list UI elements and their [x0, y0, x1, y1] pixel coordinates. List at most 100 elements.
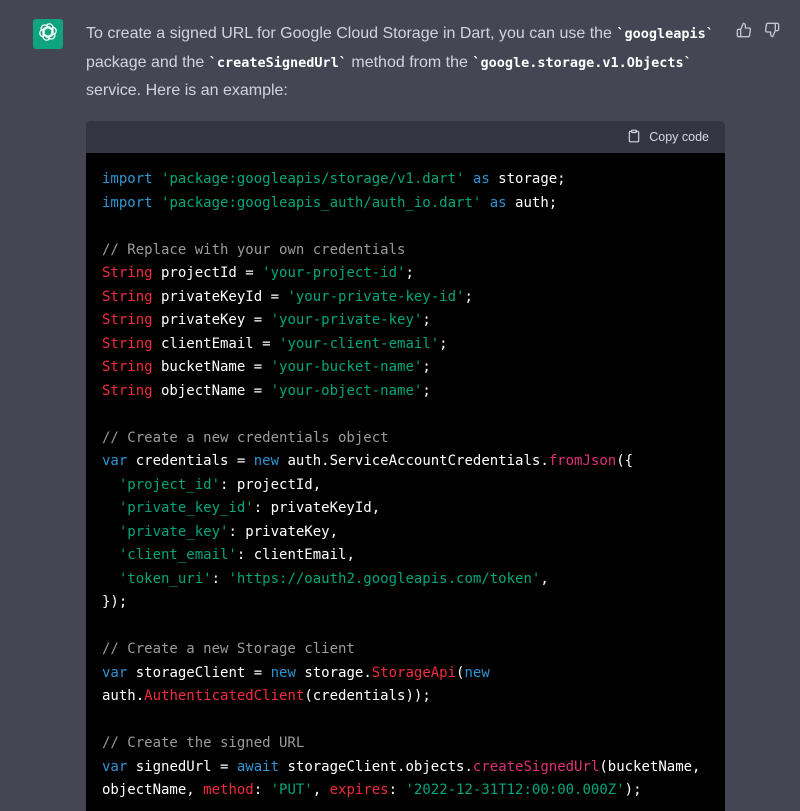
- code-line: import 'package:googleapis/storage/v1.da…: [102, 168, 709, 192]
- code-line: String objectName = 'your-object-name';: [102, 380, 709, 404]
- intro-text: method from the: [346, 53, 473, 71]
- code-token: credentials =: [127, 453, 254, 469]
- intro-text: service. Here is an example:: [86, 82, 288, 99]
- code-token: StorageApi: [371, 664, 457, 681]
- code-token: expires: [329, 782, 389, 798]
- inline-code-googleapis: `googleapis`: [616, 26, 714, 42]
- code-token: String: [102, 288, 153, 305]
- thumbs-up-icon[interactable]: [736, 22, 752, 38]
- code-token: });: [102, 594, 128, 610]
- code-token: auth.ServiceAccountCredentials.: [279, 453, 549, 469]
- code-token: storage;: [489, 171, 566, 187]
- intro-paragraph: To create a signed URL for Google Cloud …: [86, 20, 726, 105]
- code-token: var: [102, 758, 128, 775]
- code-token: 'package:googleapis/storage/v1.dart': [161, 171, 465, 187]
- code-token: clientEmail =: [152, 335, 280, 352]
- code-line: var credentials = new auth.ServiceAccoun…: [102, 450, 709, 474]
- code-token: (credentials));: [304, 688, 431, 704]
- code-token: String: [102, 265, 153, 281]
- code-line: String privateKey = 'your-private-key';: [102, 309, 709, 333]
- code-line: import 'package:googleapis_auth/auth_io.…: [102, 192, 709, 216]
- openai-logo-icon: [37, 21, 59, 48]
- code-token: ,: [540, 570, 549, 587]
- code-token: (bucketName,: [599, 758, 701, 775]
- code-token: auth;: [506, 194, 558, 211]
- code-token: as: [489, 194, 507, 211]
- code-line: });: [102, 591, 709, 615]
- inline-code-createsignedurl: `createSignedUrl`: [208, 54, 347, 71]
- code-token: storage.: [295, 664, 372, 681]
- code-token: // Create a new Storage client: [102, 641, 355, 657]
- code-token: method: [203, 782, 254, 798]
- code-token: 'your-bucket-name': [270, 359, 423, 375]
- intro-text: package and the: [86, 53, 209, 71]
- code-token: import: [102, 194, 153, 211]
- code-block-header: Copy code: [86, 121, 725, 153]
- code-token: 'https://oauth2.googleapis.com/token': [228, 570, 541, 587]
- code-line: 'private_key': privateKey,: [102, 521, 709, 545]
- code-text: import 'package:googleapis/storage/v1.da…: [102, 168, 709, 803]
- copy-code-label: Copy code: [649, 130, 709, 144]
- thumbs-down-icon[interactable]: [764, 22, 780, 38]
- code-line: 'client_email': clientEmail,: [102, 544, 709, 568]
- code-token: 'your-project-id': [262, 265, 406, 281]
- code-token: :: [211, 570, 229, 587]
- code-token: String: [102, 382, 153, 399]
- code-token: 'your-private-key': [270, 312, 423, 328]
- assistant-message: To create a signed URL for Google Cloud …: [0, 0, 800, 811]
- copy-code-button[interactable]: Copy code: [627, 129, 709, 146]
- intro-text: To create a signed URL for Google Cloud …: [86, 25, 617, 42]
- code-line: var signedUrl = await storageClient.obje…: [102, 756, 709, 780]
- code-token: String: [102, 335, 153, 352]
- inline-code-objects-service: `google.storage.v1.Objects`: [472, 54, 692, 71]
- feedback-controls: [736, 22, 780, 38]
- code-token: var: [102, 664, 128, 681]
- code-line: String clientEmail = 'your-client-email'…: [102, 333, 709, 357]
- code-token: objectName =: [152, 382, 271, 399]
- code-token: '2022-12-31T12:00:00.000Z': [405, 782, 625, 798]
- code-token: 'package:googleapis_auth/auth_io.dart': [161, 194, 482, 211]
- code-token: fromJson: [548, 453, 617, 469]
- code-line: var storageClient = new storage.StorageA…: [102, 662, 709, 686]
- code-line: String bucketName = 'your-bucket-name';: [102, 356, 709, 380]
- code-token: // Create the signed URL: [102, 735, 305, 751]
- code-line: // Replace with your own credentials: [102, 239, 709, 263]
- code-line: objectName, method: 'PUT', expires: '202…: [102, 779, 709, 803]
- code-token: : projectId,: [220, 476, 322, 493]
- code-token: import: [102, 171, 153, 187]
- code-token: 'PUT': [270, 782, 313, 798]
- code-token: ;: [405, 265, 414, 281]
- code-token: 'your-client-email': [279, 335, 440, 352]
- code-token: ;: [422, 382, 431, 399]
- code-token: ;: [422, 312, 431, 328]
- code-token: ;: [464, 288, 473, 305]
- code-token: String: [102, 312, 153, 328]
- code-body: import 'package:googleapis/storage/v1.da…: [86, 153, 725, 803]
- code-line: 'project_id': projectId,: [102, 474, 709, 498]
- code-token: objectName,: [102, 782, 204, 798]
- code-token: bucketName =: [152, 359, 271, 375]
- code-token: privateKey =: [152, 312, 271, 328]
- code-token: signedUrl =: [127, 758, 237, 775]
- code-token: 'your-private-key-id': [287, 288, 465, 305]
- code-token: storageClient =: [127, 664, 271, 681]
- code-token: String: [102, 359, 153, 375]
- code-line: String projectId = 'your-project-id';: [102, 262, 709, 286]
- code-token: : privateKey,: [228, 523, 339, 540]
- code-line: String privateKeyId = 'your-private-key-…: [102, 286, 709, 310]
- code-token: 'token_uri': [118, 570, 212, 587]
- code-token: 'project_id': [118, 476, 221, 493]
- code-line: 'private_key_id': privateKeyId,: [102, 497, 709, 521]
- clipboard-icon: [627, 129, 641, 146]
